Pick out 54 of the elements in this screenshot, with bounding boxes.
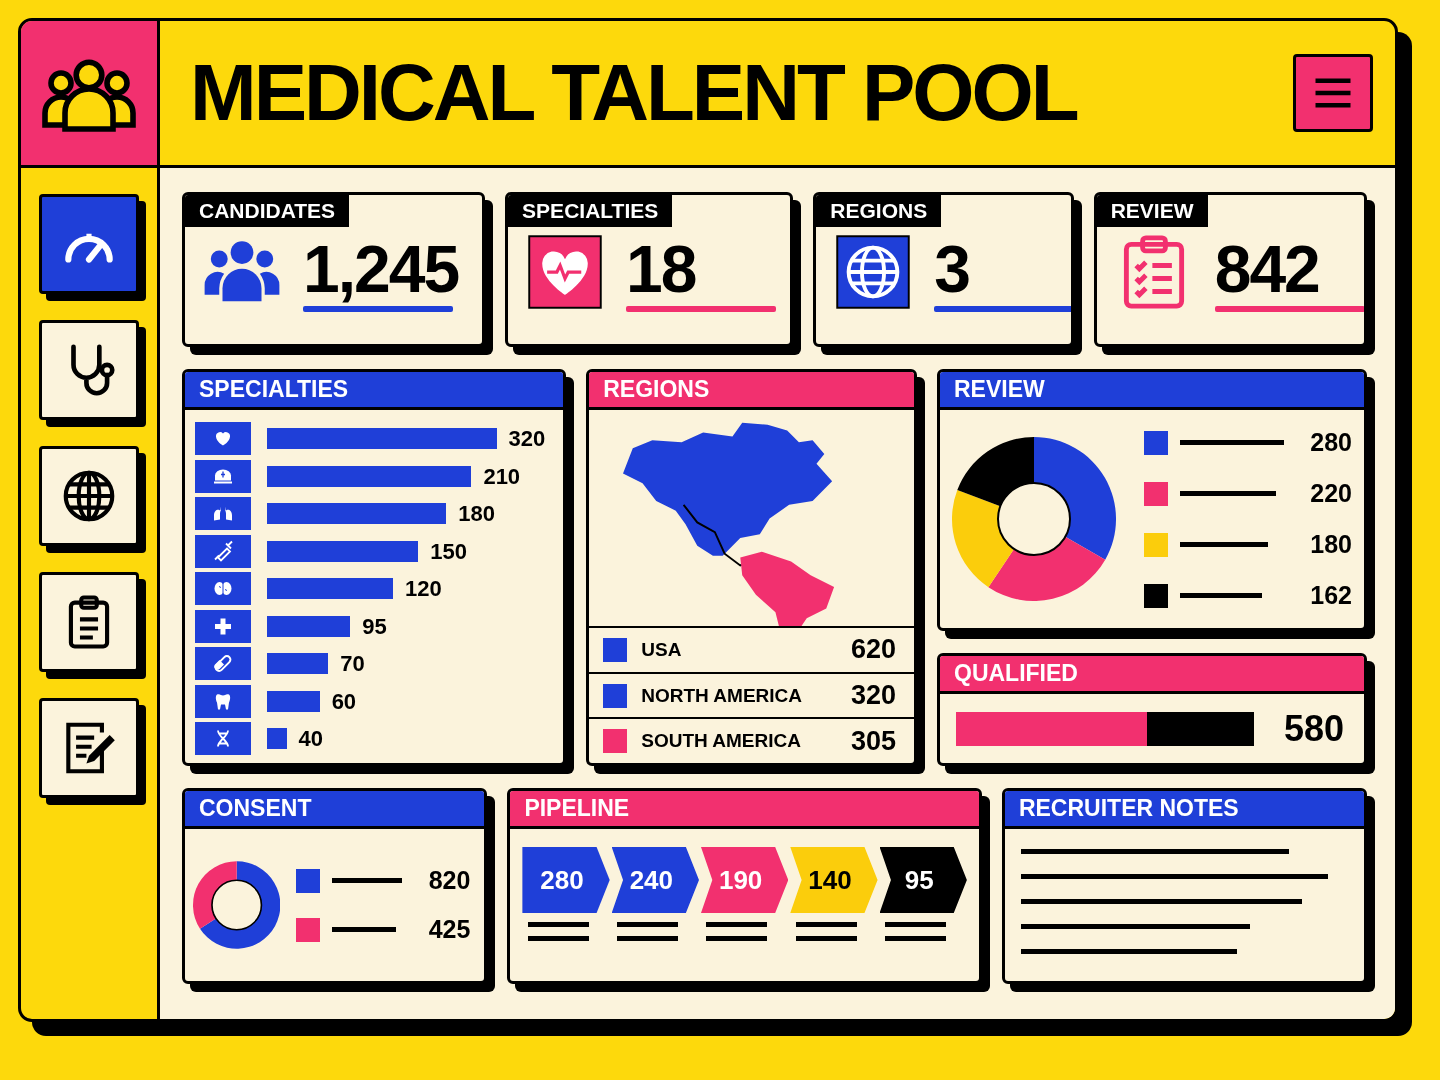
panel-title: SPECIALTIES [185, 372, 564, 410]
stat-label: SPECIALTIES [508, 195, 673, 227]
stat-label: CANDIDATES [185, 195, 350, 227]
pipeline-stage: 190 [701, 847, 789, 913]
panel-title: REGIONS [589, 372, 914, 410]
pipeline-stage: 240 [611, 847, 699, 913]
bar-value: 320 [508, 426, 546, 452]
region-count: 320 [850, 680, 896, 712]
lungs-icon [195, 497, 251, 530]
dna-icon [195, 722, 251, 755]
brain-icon [195, 572, 251, 605]
pipeline-stage: 280 [522, 847, 610, 913]
donut-hole-outline [211, 879, 263, 931]
panel-title: CONSENT [185, 791, 485, 829]
stat-label: REGIONS [816, 195, 942, 227]
panel-title: PIPELINE [510, 791, 979, 829]
region-count: 620 [850, 634, 896, 666]
syringe-icon [195, 534, 251, 568]
nurse-cap-icon [195, 459, 251, 493]
globe-icon [834, 233, 913, 312]
region-name: NORTH AMERICA [641, 684, 804, 707]
stat-value: 3 [934, 233, 970, 306]
stat-label: REVIEW [1096, 195, 1208, 227]
bar-value: 210 [483, 463, 521, 490]
region-name: SOUTH AMERICA [641, 730, 802, 753]
bar-value: 60 [331, 688, 357, 715]
stat-value: 18 [626, 233, 696, 306]
panel-title: REVIEW [940, 372, 1364, 410]
bar-value: 95 [362, 613, 387, 640]
bar-value: 150 [430, 538, 467, 565]
pipeline-stage: 140 [790, 847, 878, 913]
panel-title: RECRUITER NOTES [1004, 791, 1364, 829]
qualified-count: 580 [1283, 707, 1344, 750]
legend-value: 180 [1309, 530, 1352, 559]
stat-value: 1,245 [303, 233, 459, 306]
stat-value: 842 [1214, 233, 1319, 306]
region-name: USA [641, 638, 683, 661]
cross-icon [195, 609, 251, 643]
pill-icon [195, 647, 251, 680]
menu-button[interactable] [1293, 54, 1373, 132]
pipeline-stage: 95 [879, 847, 967, 913]
bar-value: 70 [340, 651, 365, 677]
legend-value: 425 [427, 915, 471, 944]
region-count: 305 [850, 725, 896, 757]
tooth-icon [195, 684, 251, 718]
bar-value: 180 [458, 501, 495, 527]
panel-title: QUALIFIED [940, 656, 1364, 694]
bar-value: 40 [298, 726, 324, 752]
legend-value: 220 [1309, 479, 1352, 508]
app-title: MEDICAL TALENT POOL [190, 53, 1077, 133]
bar-value: 120 [405, 576, 442, 602]
legend-value: 820 [427, 866, 471, 895]
legend-value: 162 [1309, 581, 1352, 610]
legend-value: 280 [1309, 428, 1352, 457]
